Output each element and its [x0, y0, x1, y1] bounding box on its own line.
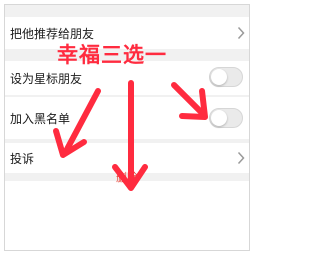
blacklist-row: 加入黑名单: [5, 97, 249, 139]
chevron-right-icon: [237, 26, 245, 40]
chevron-right-icon: [237, 151, 245, 165]
delete-button[interactable]: 删除: [5, 169, 249, 185]
report-label: 投诉: [10, 152, 35, 166]
delete-area: 删除: [5, 171, 249, 250]
toggle-knob: [211, 110, 227, 126]
contact-settings-screen: 把他推荐给朋友 设为星标朋友 加入黑名单 投诉 删除 幸福三选一: [4, 4, 250, 251]
screenshot-frame: 把他推荐给朋友 设为星标朋友 加入黑名单 投诉 删除 幸福三选一: [0, 0, 256, 255]
star-friend-label: 设为星标朋友: [10, 72, 83, 86]
blacklist-toggle[interactable]: [209, 108, 243, 128]
star-friend-toggle[interactable]: [209, 67, 243, 87]
blacklist-label: 加入黑名单: [10, 112, 71, 126]
overlay-caption: 幸福三选一: [57, 43, 167, 67]
toggle-knob: [211, 69, 227, 85]
